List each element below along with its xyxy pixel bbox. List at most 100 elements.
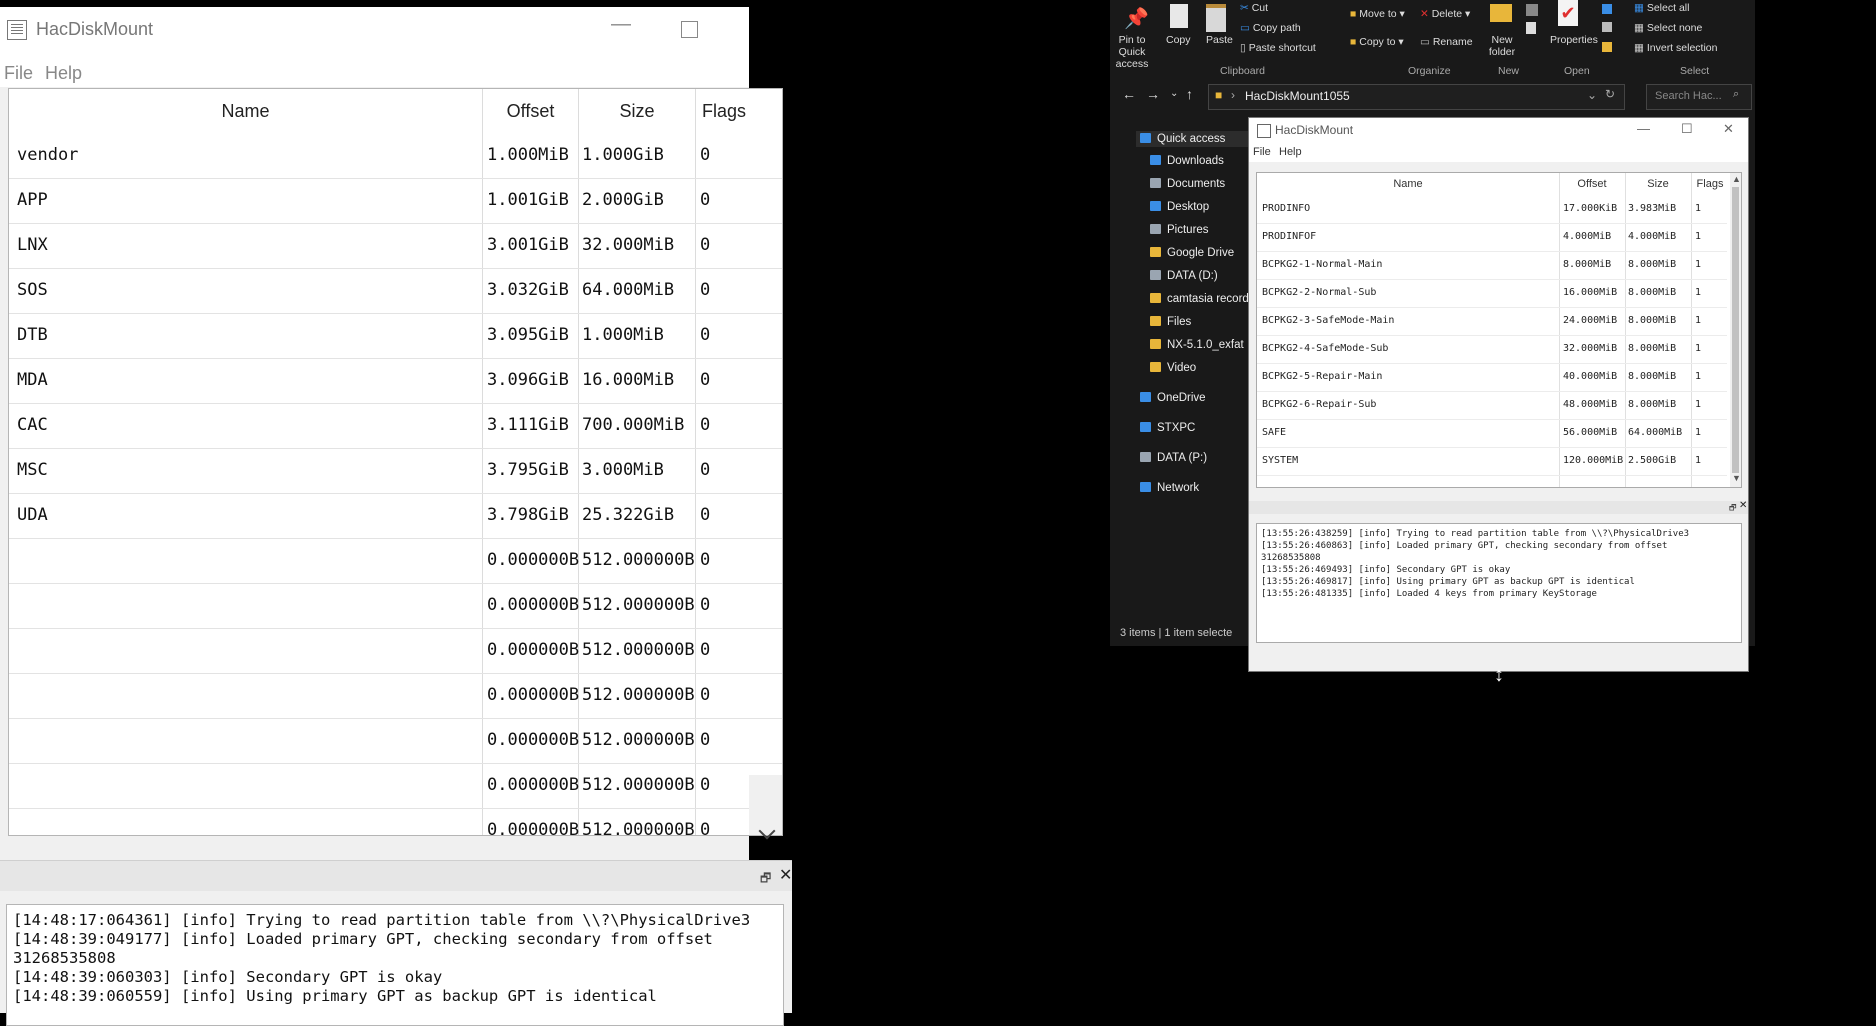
close-icon[interactable]: ✕: [1739, 500, 1747, 511]
menu-file[interactable]: File: [4, 63, 33, 84]
column-header-name[interactable]: Name: [1257, 173, 1559, 195]
invert-selection-button[interactable]: ▦ Invert selection: [1634, 42, 1717, 54]
cut-button[interactable]: ✂ Cut: [1240, 2, 1268, 14]
table-row[interactable]: 0.000000B 512.000000B 0: [9, 808, 782, 835]
cell-flags: 1: [1695, 371, 1702, 382]
menu-help[interactable]: Help: [45, 63, 82, 84]
table-row[interactable]: vendor 1.000MiB 1.000GiB 0: [9, 133, 782, 179]
maximize-button[interactable]: [681, 21, 698, 38]
nav-item-desktop[interactable]: Desktop: [1150, 201, 1209, 213]
edit-icon[interactable]: [1602, 22, 1612, 32]
menu-help[interactable]: Help: [1279, 146, 1302, 158]
new-folder-button[interactable]: New folder: [1484, 34, 1520, 58]
select-none-button[interactable]: ▦ Select none: [1634, 22, 1702, 34]
table-row[interactable]: MSC 3.795GiB 3.000MiB 0: [9, 448, 782, 494]
table-row[interactable]: 0.000000B 512.000000B 0: [9, 718, 782, 764]
address-bar[interactable]: ■ › HacDiskMount1055 ⌄ ↻: [1208, 84, 1625, 110]
menu-file[interactable]: File: [1253, 146, 1271, 158]
open-icon[interactable]: [1602, 4, 1612, 14]
delete-button[interactable]: ✕ Delete ▾: [1420, 8, 1470, 20]
nav-item-stxpc[interactable]: STXPC: [1140, 422, 1195, 434]
table-row[interactable]: SAFE 56.000MiB 64.000MiB 1: [1257, 419, 1727, 448]
minimize-button[interactable]: —: [1637, 121, 1650, 136]
pin-quick-access-button[interactable]: Pin to Quick access: [1110, 34, 1154, 70]
column-header-size[interactable]: Size: [1625, 173, 1691, 195]
table-row[interactable]: BCPKG2-4-SafeMode-Sub 32.000MiB 8.000MiB 1: [1257, 335, 1727, 364]
table-row[interactable]: APP 1.001GiB 2.000GiB 0: [9, 178, 782, 224]
table-row[interactable]: LNX 3.001GiB 32.000MiB 0: [9, 223, 782, 269]
table-row[interactable]: BCPKG2-6-Repair-Sub 48.000MiB 8.000MiB 1: [1257, 391, 1727, 420]
column-header-offset[interactable]: Offset: [1559, 173, 1625, 195]
close-button[interactable]: ✕: [1723, 121, 1734, 137]
scrollbar-thumb[interactable]: [1732, 187, 1739, 473]
rename-button[interactable]: ▭ Rename: [1420, 36, 1473, 48]
easy-access-icon[interactable]: [1526, 22, 1536, 34]
new-item-icon[interactable]: [1526, 4, 1538, 16]
up-icon[interactable]: ↑: [1186, 86, 1193, 102]
move-to-button[interactable]: ■ Move to ▾: [1350, 8, 1405, 20]
table-row[interactable]: SYSTEM 120.000MiB 2.500GiB 1: [1257, 447, 1727, 476]
column-header-name[interactable]: Name: [9, 89, 482, 133]
nav-item-pictures[interactable]: Pictures: [1150, 224, 1209, 236]
history-icon[interactable]: [1602, 42, 1612, 52]
nav-item-data-p[interactable]: DATA (P:): [1140, 452, 1207, 464]
table-row[interactable]: 0.000000B 512.000000B 0: [9, 583, 782, 629]
table-row[interactable]: MDA 3.096GiB 16.000MiB 0: [9, 358, 782, 404]
nav-item-data-d[interactable]: DATA (D:): [1150, 270, 1218, 282]
nav-item-network[interactable]: Network: [1140, 482, 1199, 494]
copy-to-button[interactable]: ■ Copy to ▾: [1350, 36, 1404, 48]
table-row[interactable]: PRODINFOF 4.000MiB 4.000MiB 1: [1257, 223, 1727, 252]
nav-item-video[interactable]: Video: [1150, 362, 1196, 374]
paste-shortcut-button[interactable]: ▯ Paste shortcut: [1240, 42, 1316, 54]
table-scrollbar[interactable]: ▲ ▼: [1730, 173, 1741, 487]
select-all-button[interactable]: ▦ Select all: [1634, 2, 1689, 14]
refresh-icon[interactable]: ↻: [1605, 87, 1615, 101]
close-icon[interactable]: ✕: [779, 865, 792, 885]
scroll-down-icon[interactable]: [758, 822, 776, 840]
table-row[interactable]: PRODINFO 17.000KiB 3.983MiB 1: [1257, 195, 1727, 224]
paste-button[interactable]: Paste: [1206, 34, 1233, 46]
scroll-down-icon[interactable]: ▼: [1732, 473, 1741, 483]
secondary-window-title: HacDiskMount: [1275, 123, 1354, 137]
properties-button[interactable]: Properties: [1550, 34, 1598, 46]
copy-path-button[interactable]: ▭ Copy path: [1240, 22, 1301, 34]
table-row[interactable]: 0.000000B 512.000000B 0: [9, 763, 782, 809]
undock-icon[interactable]: 🗗: [1729, 502, 1737, 516]
forward-icon[interactable]: →: [1146, 86, 1160, 102]
table-row[interactable]: DTB 3.095GiB 1.000MiB 0: [9, 313, 782, 359]
column-header-size[interactable]: Size: [579, 89, 695, 133]
maximize-button[interactable]: ☐: [1681, 121, 1693, 137]
minimize-button[interactable]: —: [611, 13, 631, 36]
recent-locations-icon[interactable]: ⌄: [1170, 88, 1178, 99]
nav-item-downloads[interactable]: Downloads: [1150, 155, 1224, 167]
nav-item-onedrive[interactable]: OneDrive: [1140, 392, 1206, 404]
cell-flags: 1: [1695, 203, 1702, 214]
table-row[interactable]: SOS 3.032GiB 64.000MiB 0: [9, 268, 782, 314]
column-header-flags[interactable]: Flags: [1691, 173, 1729, 195]
table-row[interactable]: 0.000000B 512.000000B 0: [9, 538, 782, 584]
chevron-down-icon[interactable]: ⌄: [1587, 88, 1597, 102]
column-header-flags[interactable]: Flags: [696, 89, 752, 133]
column-header-offset[interactable]: Offset: [483, 89, 578, 133]
scroll-up-icon[interactable]: ▲: [1732, 174, 1741, 184]
table-row[interactable]: 0.000000B 512.000000B 0: [9, 673, 782, 719]
table-row[interactable]: BCPKG2-2-Normal-Sub 16.000MiB 8.000MiB 1: [1257, 279, 1727, 308]
table-scroll-area[interactable]: [749, 775, 782, 840]
search-input[interactable]: Search Hac... ⌕: [1646, 84, 1752, 110]
nav-item-files[interactable]: Files: [1150, 316, 1191, 328]
table-row[interactable]: UDA 3.798GiB 25.322GiB 0: [9, 493, 782, 539]
copy-button[interactable]: Copy: [1166, 34, 1191, 46]
back-icon[interactable]: ←: [1122, 86, 1136, 102]
nav-item-documents[interactable]: Documents: [1150, 178, 1225, 190]
nav-item-nx-exfat[interactable]: NX-5.1.0_exfat: [1150, 339, 1244, 351]
nav-item-quick-access[interactable]: Quick access: [1136, 131, 1264, 147]
table-row[interactable]: 0.000000B 512.000000B 0: [9, 628, 782, 674]
table-row[interactable]: CAC 3.111GiB 700.000MiB 0: [9, 403, 782, 449]
cell-size: 4.000MiB: [1628, 231, 1677, 242]
table-row[interactable]: BCPKG2-3-SafeMode-Main 24.000MiB 8.000MiB 1: [1257, 307, 1727, 336]
nav-item-google-drive[interactable]: Google Drive: [1150, 247, 1234, 259]
undock-icon[interactable]: 🗗: [760, 869, 771, 890]
table-row[interactable]: BCPKG2-1-Normal-Main 8.000MiB 8.000MiB 1: [1257, 251, 1727, 280]
nav-item-camtasia-recorder[interactable]: camtasia recorder: [1150, 293, 1259, 305]
table-row[interactable]: BCPKG2-5-Repair-Main 40.000MiB 8.000MiB 1: [1257, 363, 1727, 392]
